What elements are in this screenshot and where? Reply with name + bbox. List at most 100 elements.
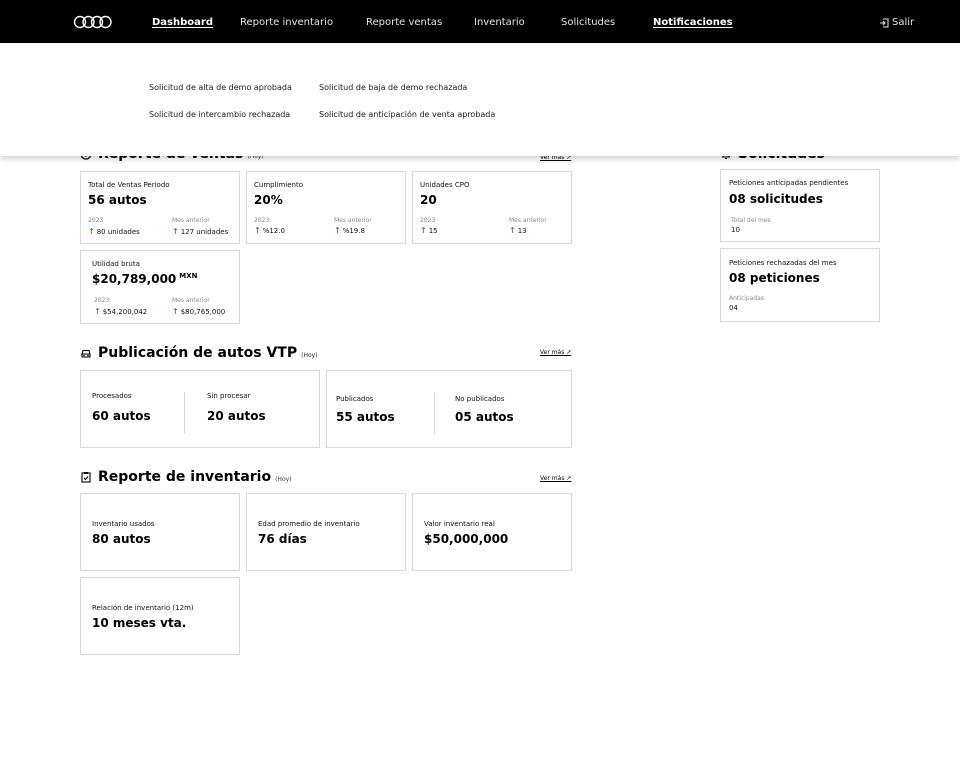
card-compare-value: ↑ 13 (509, 226, 527, 235)
sales-card-utilidad: Utilidad bruta $20,789,000 MXN 2023 ↑ $54,… (80, 250, 240, 324)
card-label: Inventario usados (92, 520, 155, 528)
nav-dashboard[interactable]: Dashboard (152, 17, 213, 28)
logout-icon (880, 18, 889, 27)
vtp-card-publicacion: Publicados 55 autos No publicados 05 aut… (326, 370, 572, 448)
clipboard-check-icon (81, 472, 91, 483)
card-compare-value: ↑ $54,200,042 (94, 307, 147, 316)
card-value: 56 autos (88, 193, 147, 207)
card-compare-value-text: 127 unidades (180, 227, 229, 236)
inventory-hoy: (Hoy) (275, 476, 292, 483)
card-compare-value: ↑ 127 unidades (172, 227, 228, 236)
nav-inventario[interactable]: Inventario (474, 17, 525, 28)
requests-card-rechazadas: Peticiones rechazadas del mes 08 peticio… (720, 248, 880, 322)
card-value: 20 autos (207, 409, 266, 423)
card-value: 20% (254, 193, 283, 207)
vtp-section-title: Publicación de autos VTP (Hoy) (80, 345, 318, 361)
notification-item[interactable]: Solicitud de intercambio rechazada (149, 110, 290, 119)
card-value: $20,789,000 MXN (92, 272, 198, 286)
card-label: Relación de inventario (12m) (92, 604, 194, 612)
card-label: Total de Ventas Periodo (88, 181, 170, 189)
top-navigation-bar: Dashboard Reporte inventario Reporte ven… (0, 0, 960, 43)
card-label: Utilidad bruta (92, 260, 140, 268)
card-compare-value: ↑ %19.8 (334, 226, 365, 235)
logout-button[interactable]: Salir (879, 17, 914, 28)
arrow-up-icon: ↑ (420, 226, 427, 235)
card-label: Sin procesar (207, 392, 251, 400)
inventory-card-valor: Valor inventario real $50,000,000 (412, 493, 572, 571)
card-label: Edad promedio de inventario (258, 520, 360, 528)
card-compare-value-text: %12.0 (262, 226, 285, 235)
card-sub-label: Total del mes (731, 217, 771, 224)
card-compare-label: 2023 (94, 297, 110, 304)
inventory-card-usados: Inventario usados 80 autos (80, 493, 240, 571)
card-compare-value-text: $80,765,000 (180, 307, 226, 316)
card-compare-value: ↑ $80,765,000 (172, 307, 225, 316)
card-compare-value-text: 15 (428, 226, 438, 235)
card-compare-label: 2023 (420, 217, 436, 224)
card-sub-label: Anticipadas (729, 295, 764, 302)
vtp-ver-mas-link[interactable]: Ver más ↗ (540, 349, 571, 356)
card-compare-label: 2023 (88, 217, 104, 224)
card-value: 08 solicitudes (729, 192, 823, 206)
card-value: 20 (420, 193, 437, 207)
car-icon (81, 349, 91, 358)
sales-card-cumplimiento: Cumplimiento 20% 2023 ↑ %12.0 Mes anterio… (246, 171, 406, 244)
card-compare-value-text: $54,200,042 (102, 307, 148, 316)
notification-item[interactable]: Solicitud de baja de demo rechazada (319, 83, 467, 92)
inventory-card-relacion: Relación de inventario (12m) 10 meses vt… (80, 577, 240, 655)
arrow-up-icon: ↑ (509, 226, 516, 235)
card-compare-label: 2023 (254, 217, 270, 224)
arrow-up-icon: ↑ (172, 307, 179, 316)
sales-card-total: Total de Ventas Periodo 56 autos 2023 ↑ 8… (80, 171, 240, 244)
card-compare-label: Mes anterior (172, 217, 210, 224)
divider (184, 392, 185, 434)
card-compare-value: ↑ 15 (420, 226, 438, 235)
card-compare-label: Mes anterior (172, 297, 210, 304)
card-value: 76 días (258, 532, 307, 546)
card-value: 05 autos (455, 410, 514, 424)
divider (434, 392, 435, 434)
card-value-text: $20,789,000 (92, 272, 177, 286)
card-label: Unidades CPO (420, 181, 470, 189)
brand-logo-icon[interactable] (73, 15, 113, 29)
arrow-up-icon: ↑ (334, 226, 341, 235)
card-compare-label: Mes anterior (509, 217, 547, 224)
notifications-dropdown: Solicitud de alta de demo aprobada Solic… (0, 43, 960, 156)
nav-solicitudes[interactable]: Solicitudes (561, 17, 615, 28)
inventory-section-title: Reporte de inventario (Hoy) (80, 469, 292, 485)
card-compare-label: Mes anterior (334, 217, 372, 224)
vtp-hoy: (Hoy) (301, 352, 318, 359)
inventory-title: Reporte de inventario (98, 469, 272, 485)
card-compare-value: ↑ 80 unidades (88, 227, 140, 236)
card-label: No publicados (455, 395, 505, 403)
arrow-up-icon: ↑ (88, 227, 95, 236)
card-compare-value-text: 80 unidades (96, 227, 140, 236)
card-value: 08 peticiones (729, 271, 820, 285)
inventory-card-edad: Edad promedio de inventario 76 días (246, 493, 406, 571)
inventory-ver-mas-link[interactable]: Ver más ↗ (540, 475, 571, 482)
vtp-title: Publicación de autos VTP (98, 345, 298, 361)
nav-reporte-ventas[interactable]: Reporte ventas (366, 17, 442, 28)
card-label: Cumplimiento (254, 181, 304, 189)
card-label: Valor inventario real (424, 520, 495, 528)
nav-notificaciones[interactable]: Notificaciones (653, 17, 733, 28)
arrow-up-icon: ↑ (172, 227, 179, 236)
card-label: Peticiones rechazadas del mes (729, 259, 837, 267)
logout-label: Salir (892, 17, 915, 28)
card-sub-value: 04 (729, 304, 738, 312)
card-compare-value: ↑ %12.0 (254, 226, 285, 235)
card-compare-value-text: %19.8 (342, 226, 365, 235)
card-value: 55 autos (336, 410, 395, 424)
notification-item[interactable]: Solicitud de anticipación de venta aprob… (319, 110, 495, 119)
card-compare-value-text: 13 (517, 226, 527, 235)
arrow-up-icon: ↑ (94, 307, 101, 316)
card-label: Peticiones anticipadas pendientes (729, 179, 849, 187)
currency-unit: MXN (179, 272, 198, 280)
card-value: 60 autos (92, 409, 151, 423)
nav-reporte-inventario[interactable]: Reporte inventario (240, 17, 333, 28)
notification-item[interactable]: Solicitud de alta de demo aprobada (149, 83, 292, 92)
card-value: 80 autos (92, 532, 151, 546)
vtp-card-procesamiento: Procesados 60 autos Sin procesar 20 auto… (80, 370, 320, 448)
sales-card-cpo: Unidades CPO 20 2023 ↑ 15 Mes anterior ↑ 1… (412, 171, 572, 244)
card-value: $50,000,000 (424, 532, 509, 546)
